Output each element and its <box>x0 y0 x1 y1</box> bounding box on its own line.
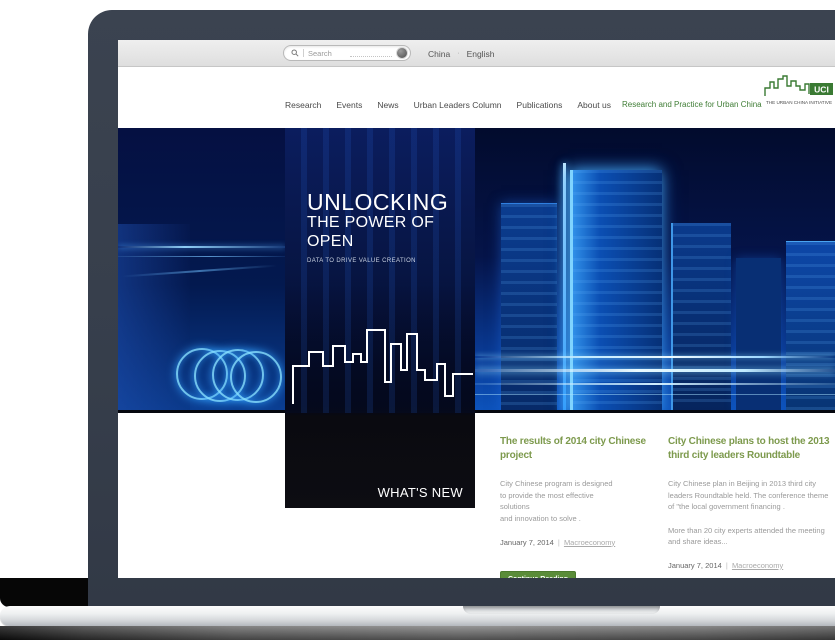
logo-caption: THE URBAN CHINA INITIATIVE <box>766 100 832 105</box>
utility-bar: China · English <box>118 40 835 67</box>
hero-image-right <box>475 128 835 413</box>
nav-item-publications[interactable]: Publications <box>517 100 563 110</box>
article-2-title[interactable]: City Chinese plans to host the 2013 thir… <box>668 435 835 462</box>
article-1-body: City Chinese program is designed to prov… <box>500 478 665 525</box>
nav-item-about-us[interactable]: About us <box>577 100 611 110</box>
hero-image-left <box>118 128 285 413</box>
laptop-base-shadow <box>0 626 835 640</box>
article-2-date: January 7, 2014 <box>668 561 722 570</box>
search-input[interactable] <box>308 49 346 58</box>
search-divider <box>303 49 304 57</box>
search-icon <box>291 49 299 57</box>
article-1: The results of 2014 city Chinese project… <box>500 435 665 578</box>
nav-item-events[interactable]: Events <box>336 100 362 110</box>
search-submit-button[interactable] <box>396 47 408 59</box>
site-header: Research Events News Urban Leaders Colum… <box>118 68 835 128</box>
article-2: City Chinese plans to host the 2013 thir… <box>668 435 835 570</box>
whats-new-label: WHAT'S NEW <box>378 485 463 500</box>
featured-panel: UNLOCKING THE POWER OF OPEN DATA TO DRIV… <box>285 128 475 508</box>
lang-separator: · <box>457 50 459 57</box>
laptop-shadow-wedge <box>0 578 88 607</box>
article-1-category-link[interactable]: Macroeconomy <box>564 538 615 547</box>
article-2-body: City Chinese plan in Beijing in 2013 thi… <box>668 478 835 548</box>
hero-title-block: UNLOCKING THE POWER OF OPEN DATA TO DRIV… <box>307 190 475 264</box>
uci-logo[interactable]: UCI THE URBAN CHINA INITIATIVE <box>763 74 835 122</box>
lang-china[interactable]: China <box>428 49 450 59</box>
brand-tagline: Research and Practice for Urban China <box>622 100 762 109</box>
logo-skyline-icon <box>765 76 809 96</box>
skyline-line-art-icon <box>287 322 473 404</box>
website-viewport: China · English Research Events News Urb… <box>118 40 835 578</box>
article-2-meta: January 7, 2014 | Macroeconomy <box>668 561 835 570</box>
laptop-mockup: China · English Research Events News Urb… <box>0 0 835 643</box>
hero-title-line2: THE POWER OF OPEN <box>307 214 475 251</box>
language-switcher: China · English <box>428 40 494 67</box>
lang-english[interactable]: English <box>467 49 495 59</box>
search-dotted-leader <box>350 56 392 57</box>
hero-subtitle: DATA TO DRIVE VALUE CREATION <box>307 258 475 264</box>
hero-banner <box>118 128 835 413</box>
hero-title-line1: UNLOCKING <box>307 190 475 214</box>
laptop-base <box>0 606 835 626</box>
article-1-meta: January 7, 2014 | Macroeconomy <box>500 538 665 547</box>
continue-reading-button[interactable]: Continue Reading <box>500 571 576 579</box>
article-1-date: January 7, 2014 <box>500 538 554 547</box>
nav-item-research[interactable]: Research <box>285 100 321 110</box>
logo-acronym: UCI <box>814 84 829 94</box>
article-2-category-link[interactable]: Macroeconomy <box>732 561 783 570</box>
search-box[interactable] <box>283 45 411 61</box>
nav-item-urban-leaders-column[interactable]: Urban Leaders Column <box>414 100 502 110</box>
laptop-base-notch <box>463 606 660 614</box>
article-1-title[interactable]: The results of 2014 city Chinese project <box>500 435 665 462</box>
neon-coil <box>230 351 282 403</box>
main-navigation: Research Events News Urban Leaders Colum… <box>285 100 611 110</box>
nav-item-news[interactable]: News <box>377 100 398 110</box>
